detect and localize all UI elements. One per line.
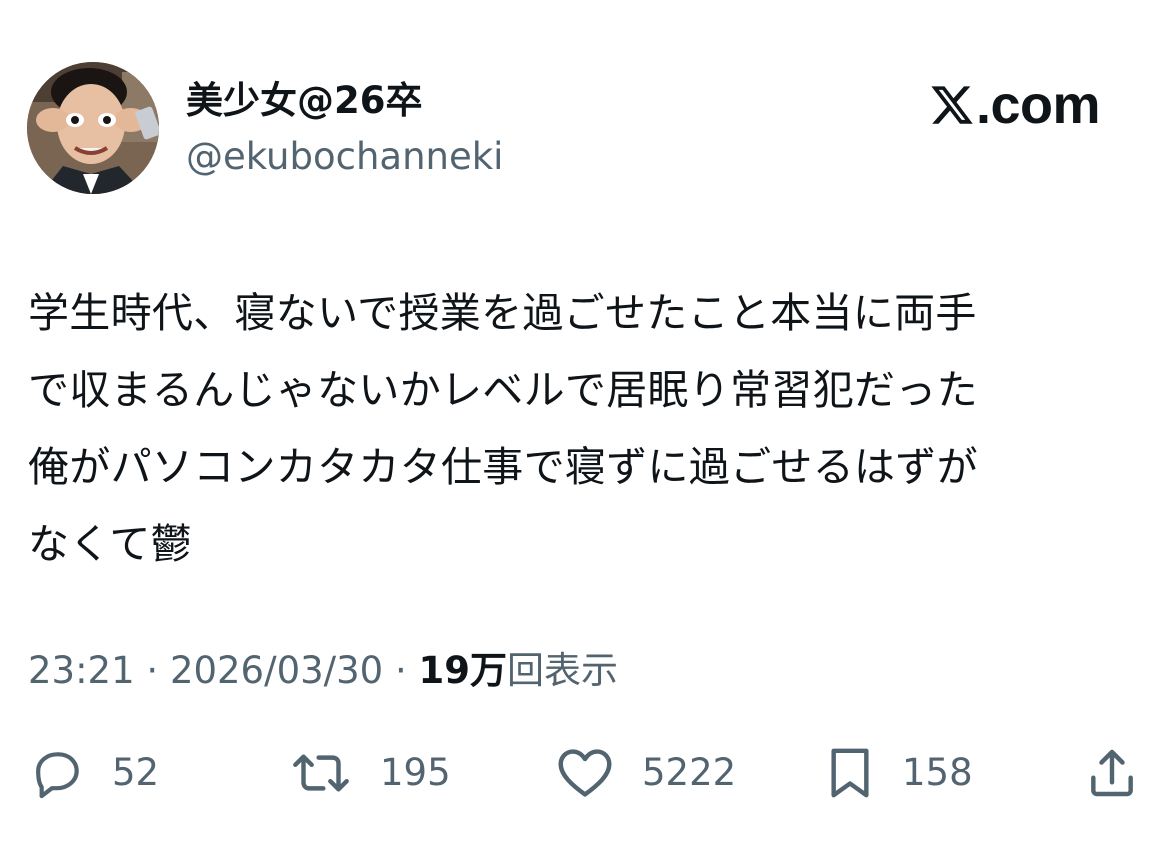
bookmark-button[interactable]: 158 [824, 740, 973, 806]
bookmark-icon [831, 748, 869, 798]
user-handle[interactable]: @ekubochanneki [186, 134, 503, 180]
tweet-time[interactable]: 23:21 [28, 649, 135, 692]
tweet-text: 学生時代、寝ないで授業を過ごせたこと本当に両手 で収まるんじゃないかレベルで居眠… [28, 289, 978, 568]
repost-icon [293, 754, 349, 792]
brand-domain: .com [975, 75, 1101, 135]
meta-separator: · [383, 649, 419, 692]
views-label: 回表示 [507, 649, 618, 692]
heart-icon [558, 749, 612, 797]
share-button[interactable] [1084, 740, 1140, 806]
repost-button[interactable]: 195 [288, 740, 451, 806]
action-bar: 52 195 5222 158 [0, 740, 1170, 806]
display-name[interactable]: 美少女@26卒 [186, 78, 423, 124]
tweet-date[interactable]: 2026/03/30 [170, 649, 383, 692]
tweet-meta: 23:21 · 2026/03/30 · 19万回表示 [28, 645, 618, 697]
meta-separator: · [134, 649, 170, 692]
share-icon [1091, 749, 1133, 797]
reply-count: 52 [112, 751, 160, 794]
like-button[interactable]: 5222 [554, 740, 736, 806]
x-logo-icon [931, 86, 973, 124]
profile-photo [27, 62, 159, 194]
reply-button[interactable]: 52 [30, 740, 159, 806]
avatar[interactable] [27, 62, 159, 194]
views-count: 19万 [418, 649, 508, 692]
like-count: 5222 [642, 751, 737, 794]
brand-logo: .com [928, 70, 1101, 140]
reply-icon [36, 752, 79, 799]
bookmark-count: 158 [902, 751, 973, 794]
repost-count: 195 [380, 751, 451, 794]
